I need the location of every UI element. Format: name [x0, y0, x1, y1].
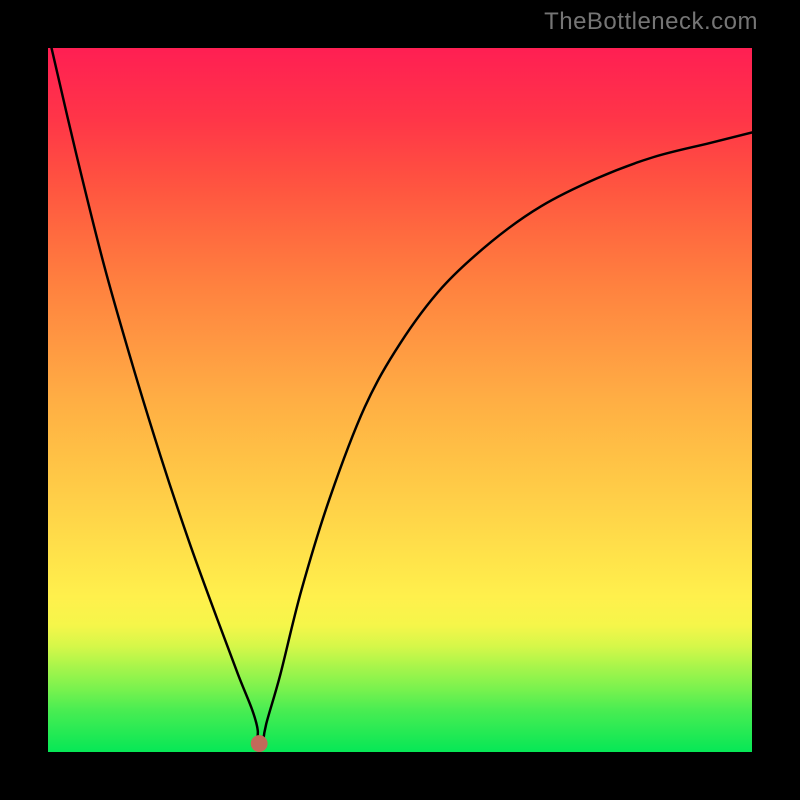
watermark-text: TheBottleneck.com — [544, 8, 758, 36]
chart-plot-area — [48, 48, 752, 752]
chart-curve — [48, 48, 752, 752]
chart-container: TheBottleneck.com — [0, 0, 800, 800]
